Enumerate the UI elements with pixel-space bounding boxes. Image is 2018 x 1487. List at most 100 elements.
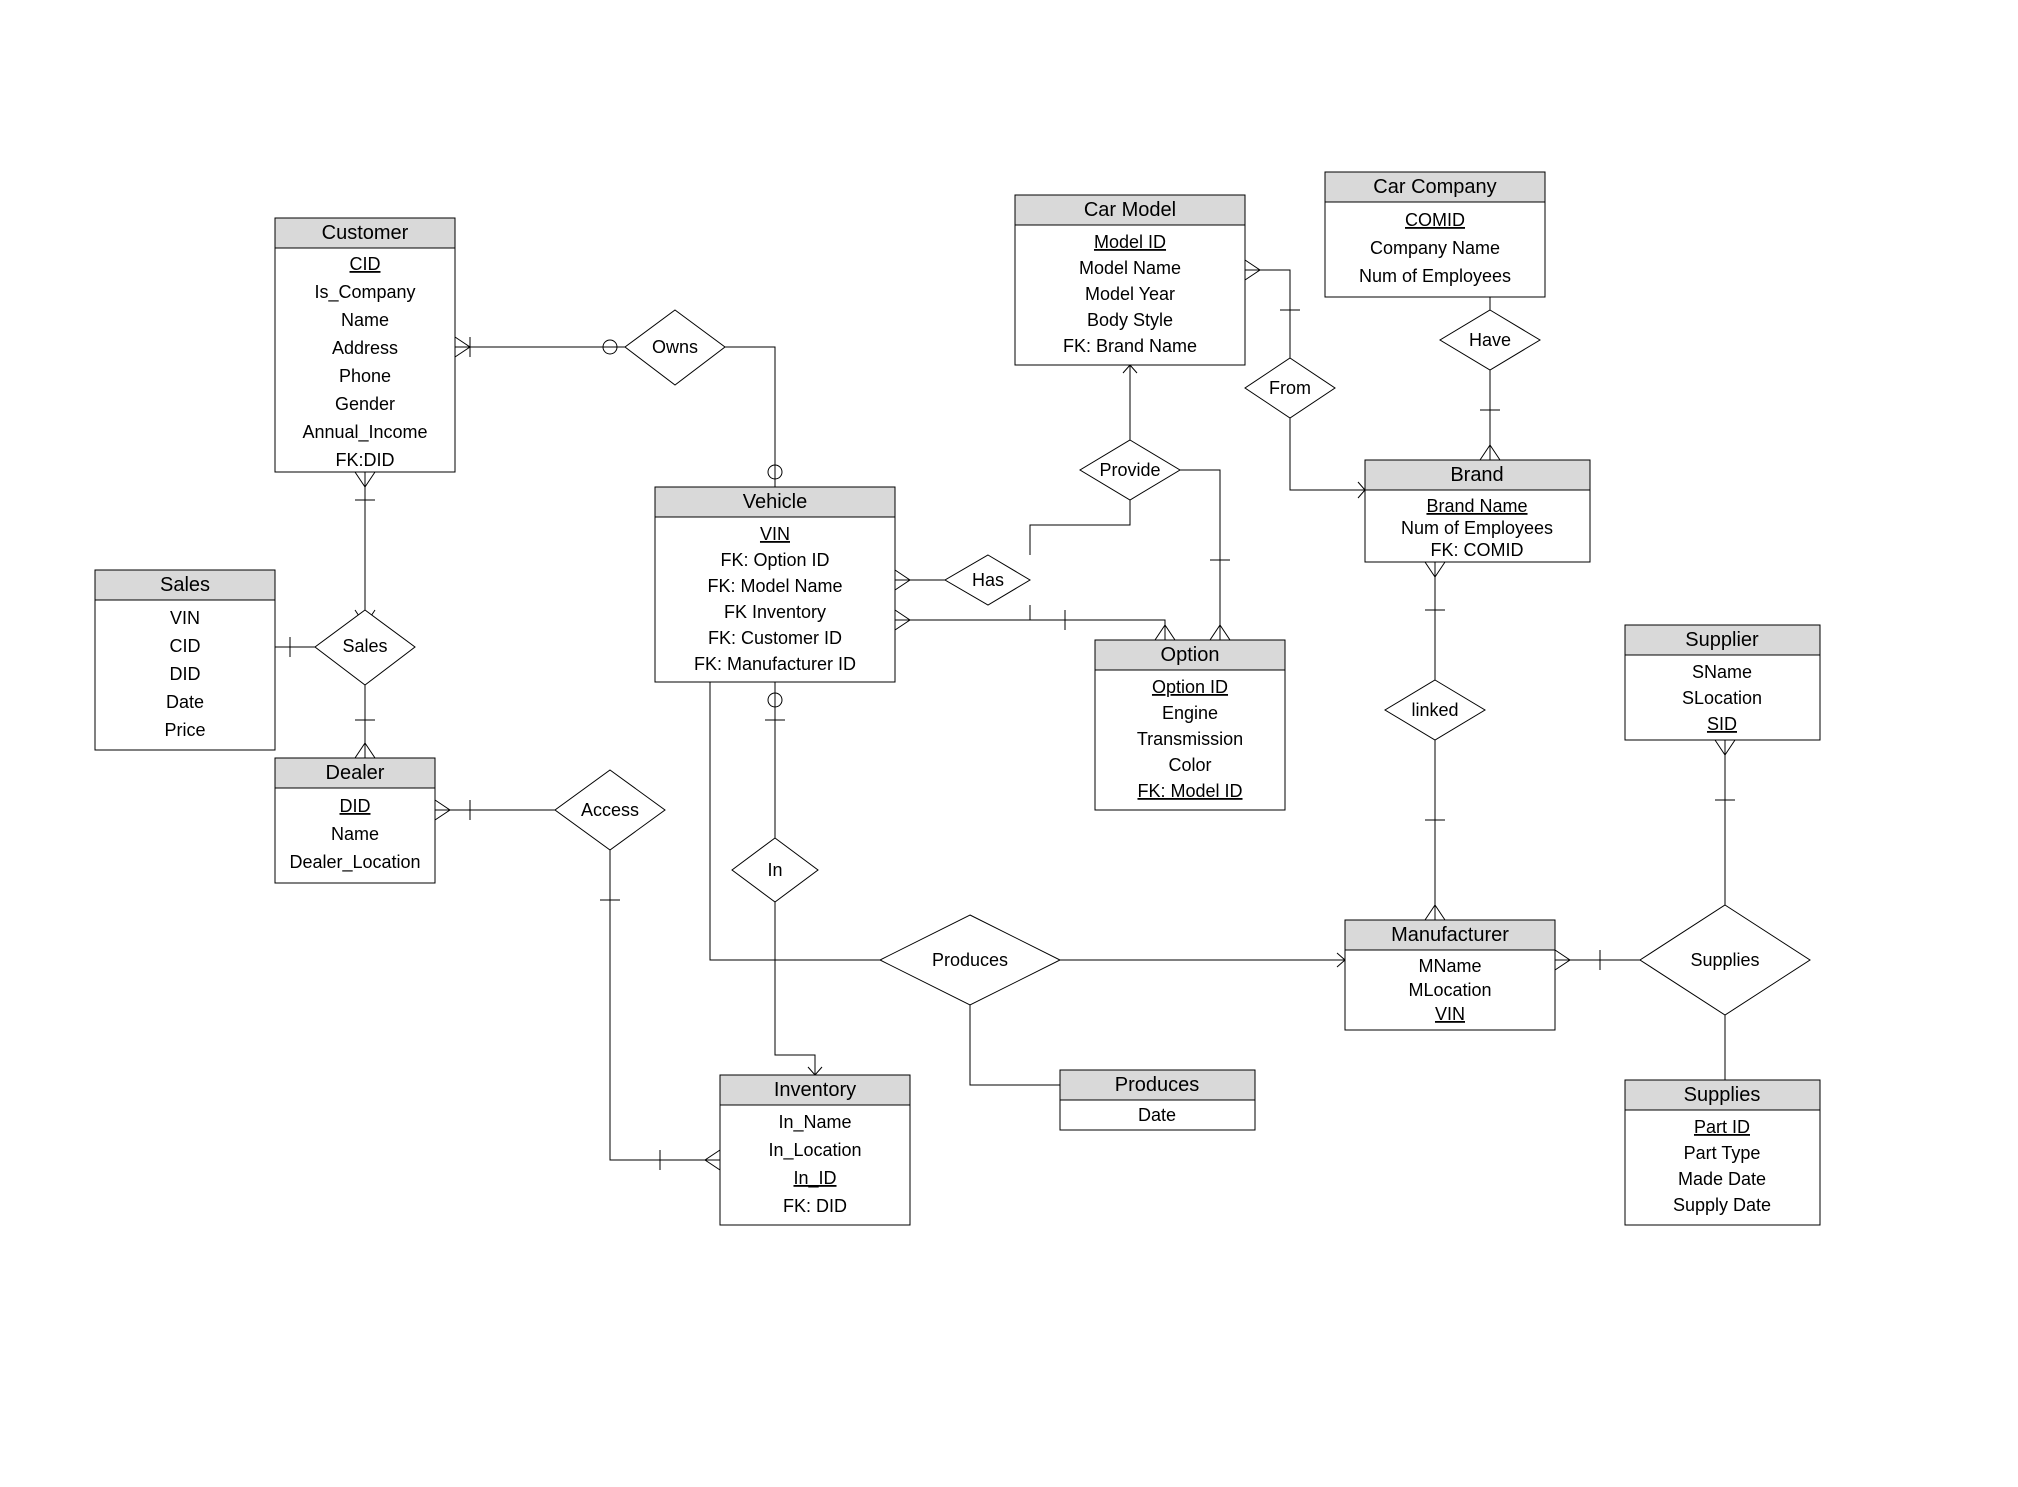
attr: Date [166,692,204,712]
relationship-have: Have [1440,310,1540,370]
entity-brand: Brand Brand Name Num of Employees FK: CO… [1365,460,1590,562]
attr: In_Name [778,1112,851,1133]
entity-title: Sales [160,574,210,596]
svg-text:Owns: Owns [652,337,698,357]
attr: VIN [760,524,790,544]
attr: Gender [335,394,395,414]
attr: SID [1707,714,1737,734]
attr: FK:DID [335,450,394,470]
attr: Made Date [1678,1169,1766,1189]
attr: In_Location [768,1140,861,1161]
attr: Name [331,824,379,844]
relationship-produces: Produces [880,915,1060,1005]
attr: CID [170,636,201,656]
relationship-owns: Owns [625,310,725,385]
attr: Annual_Income [302,422,427,443]
attr: Transmission [1137,729,1243,749]
attr: Option ID [1152,677,1228,697]
entity-produces: Produces Date [1060,1070,1255,1130]
entity-title: Supplies [1684,1084,1761,1106]
attr: Address [332,338,398,358]
attr: VIN [1435,1004,1465,1024]
attr: MName [1418,956,1481,976]
entity-title: Option [1161,644,1220,666]
attr: Price [164,720,205,740]
entity-title: Manufacturer [1391,924,1509,946]
relationship-provide: Provide [1080,440,1180,500]
entity-car-model: Car Model Model ID Model Name Model Year… [1015,195,1245,365]
attr: Model Year [1085,284,1175,304]
attr: FK: Model Name [707,576,842,596]
attr: FK: Manufacturer ID [694,654,856,674]
entity-title: Car Model [1084,199,1176,221]
attr: DID [340,796,371,816]
entity-vehicle: Vehicle VIN FK: Option ID FK: Model Name… [655,487,895,682]
attr: COMID [1405,210,1465,230]
attr: FK: Brand Name [1063,336,1197,356]
attr: FK: Option ID [720,550,829,570]
entity-sales: Sales VIN CID DID Date Price [95,570,275,750]
attr: FK Inventory [724,602,826,622]
entity-title: Customer [322,222,409,244]
attr: Company Name [1370,238,1500,258]
entity-title: Brand [1450,464,1503,486]
svg-text:Produces: Produces [932,950,1008,970]
relationship-from: From [1245,358,1335,418]
entity-customer: Customer CID Is_Company Name Address Pho… [275,218,455,472]
attr: Model Name [1079,258,1181,278]
attr: Body Style [1087,310,1173,330]
attr: Supply Date [1673,1195,1771,1215]
attr: Is_Company [314,282,415,303]
entity-inventory: Inventory In_Name In_Location In_ID FK: … [720,1075,910,1225]
svg-text:Have: Have [1469,330,1511,350]
attr: Part ID [1694,1117,1750,1137]
attr: FK: COMID [1431,540,1524,560]
relationship-in: In [732,838,818,902]
attr: Name [341,310,389,330]
attr: Model ID [1094,232,1166,252]
attr: CID [350,254,381,274]
attr: VIN [170,608,200,628]
attr: FK: Customer ID [708,628,842,648]
attr: Brand Name [1426,496,1527,516]
er-diagram: Customer CID Is_Company Name Address Pho… [0,0,2018,1487]
svg-text:In: In [767,860,782,880]
attr: Engine [1162,703,1218,723]
svg-text:Sales: Sales [342,636,387,656]
svg-text:Supplies: Supplies [1690,950,1759,970]
entity-title: Produces [1115,1074,1200,1096]
relationship-access: Access [555,770,665,850]
entity-option: Option Option ID Engine Transmission Col… [1095,640,1285,810]
entity-title: Inventory [774,1079,856,1101]
attr: In_ID [793,1168,836,1189]
attr: Num of Employees [1401,518,1553,538]
entity-title: Vehicle [743,491,808,513]
relationship-linked: linked [1385,680,1485,740]
attr: Color [1168,755,1211,775]
svg-text:linked: linked [1411,700,1458,720]
attr: SName [1692,662,1752,682]
entity-dealer: Dealer DID Name Dealer_Location [275,758,435,883]
relationship-supplies: Supplies [1640,905,1810,1015]
attr: FK: DID [783,1196,847,1216]
entity-title: Dealer [326,762,385,784]
attr: Date [1138,1105,1176,1125]
entity-title: Supplier [1685,629,1759,651]
attr: Phone [339,366,391,386]
entity-title: Car Company [1373,176,1496,198]
attr: Dealer_Location [289,852,420,873]
relationship-sales: Sales [315,610,415,685]
entity-manufacturer: Manufacturer MName MLocation VIN [1345,920,1555,1030]
attr: Part Type [1684,1143,1761,1163]
attr: FK: Model ID [1137,781,1242,801]
attr: SLocation [1682,688,1762,708]
svg-text:Provide: Provide [1099,460,1160,480]
entity-car-company: Car Company COMID Company Name Num of Em… [1325,172,1545,297]
attr: DID [170,664,201,684]
attr: Num of Employees [1359,266,1511,286]
attr: MLocation [1408,980,1491,1000]
relationship-has: Has [945,555,1030,605]
entity-supplier: Supplier SName SLocation SID [1625,625,1820,740]
entity-supplies: Supplies Part ID Part Type Made Date Sup… [1625,1080,1820,1225]
svg-text:Access: Access [581,800,639,820]
